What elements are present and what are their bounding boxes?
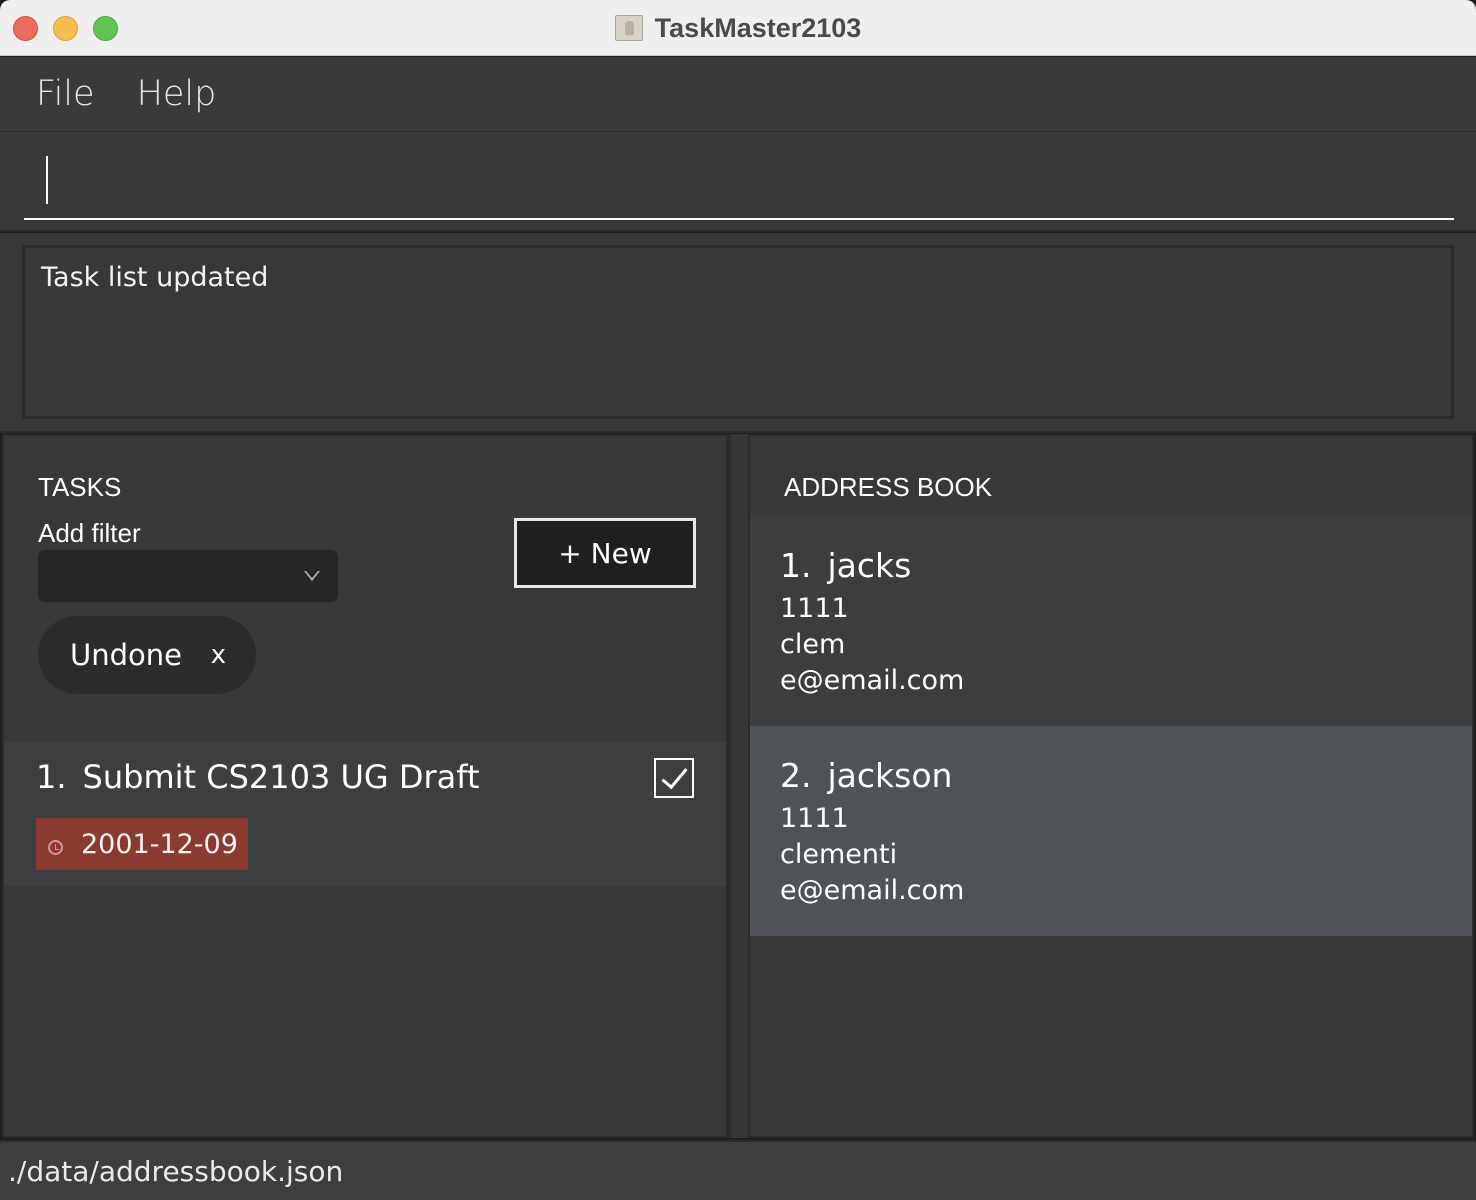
person-name-row: 1. jacks [780, 546, 1472, 585]
task-list-item[interactable]: 1. Submit CS2103 UG Draft 2001-12-09 [4, 742, 726, 886]
person-index: 2. [780, 756, 812, 795]
person-name-row: 2. jackson [780, 756, 1472, 795]
new-task-button[interactable]: + New [514, 518, 696, 588]
person-email: e@email.com [780, 665, 965, 696]
split-pane-divider[interactable] [728, 434, 748, 1138]
menu-file[interactable]: File [36, 74, 95, 114]
command-box-area [0, 131, 1476, 232]
task-deadline: 2001-12-09 [81, 828, 238, 860]
task-title: 1. Submit CS2103 UG Draft [36, 758, 480, 796]
tasks-title: TASKS [38, 472, 122, 502]
clock-icon [48, 839, 63, 855]
tasks-panel: TASKS Add filter + New Undone x 1. Submit… [2, 434, 728, 1138]
window-title-group: TaskMaster2103 [0, 0, 1476, 56]
save-location: ./data/addressbook.json [8, 1154, 344, 1188]
task-name: Submit CS2103 UG Draft [82, 758, 480, 796]
remove-filter-button[interactable]: x [211, 640, 226, 670]
text-caret [46, 156, 48, 204]
window-title: TaskMaster2103 [654, 12, 862, 43]
person-phone: 1111 [780, 593, 849, 624]
status-bar: ./data/addressbook.json [0, 1140, 1476, 1200]
result-display: Task list updated [22, 245, 1454, 419]
person-index: 1. [780, 546, 812, 585]
command-input[interactable] [24, 150, 1454, 220]
address-book-title: ADDRESS BOOK [784, 472, 993, 502]
filter-chip-label: Undone [70, 638, 182, 672]
result-display-area: Task list updated [0, 233, 1476, 433]
task-deadline-badge: 2001-12-09 [36, 818, 248, 870]
person-address: clementi [780, 839, 898, 870]
filter-chip-undone: Undone x [38, 616, 256, 694]
chevron-down-icon [304, 571, 320, 581]
person-email: e@email.com [780, 875, 965, 906]
task-index: 1. [36, 758, 67, 796]
address-book-panel: ADDRESS BOOK 1. jacks 1111 clem e@email.c… [748, 434, 1474, 1138]
person-list-item[interactable]: 1. jacks 1111 clem e@email.com [750, 516, 1472, 726]
person-address: clem [780, 629, 846, 660]
add-filter-label: Add filter [38, 518, 141, 548]
filter-dropdown[interactable] [38, 550, 338, 602]
address-book-app-icon [614, 15, 643, 41]
result-message: Task list updated [41, 262, 269, 293]
menu-help[interactable]: Help [137, 74, 217, 114]
window-titlebar: TaskMaster2103 [0, 0, 1476, 56]
task-done-checkbox[interactable] [654, 758, 694, 798]
person-list-item-selected[interactable]: 2. jackson 1111 clementi e@email.com [750, 726, 1472, 936]
person-name: jackson [827, 756, 953, 795]
menubar: File Help [0, 57, 1476, 131]
person-name: jacks [827, 546, 912, 585]
person-phone: 1111 [780, 803, 849, 834]
